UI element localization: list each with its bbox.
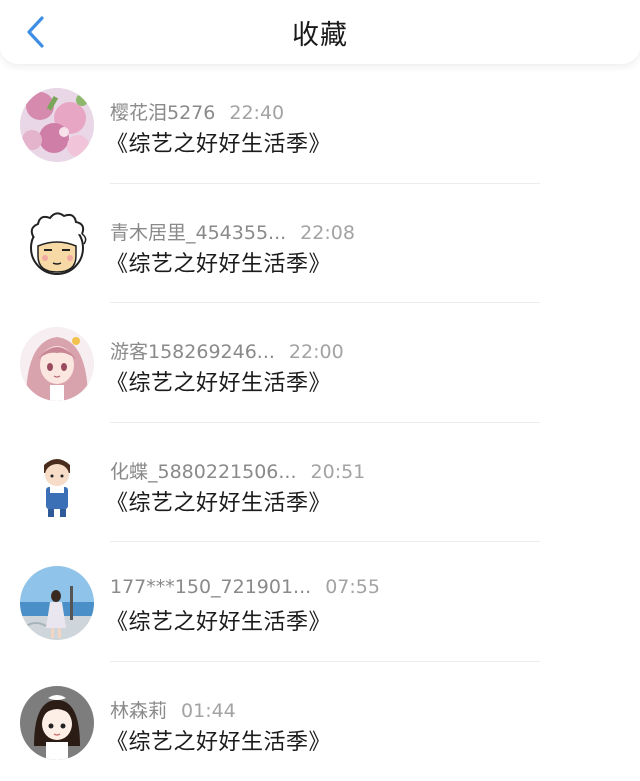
list-item[interactable]: 177***150_721901... 07:55 《综艺之好好生活季》	[0, 542, 640, 662]
item-title[interactable]: 《综艺之好好生活季》	[106, 485, 331, 517]
anime-girl-avatar[interactable]	[20, 327, 94, 401]
cartoon-boy-avatar[interactable]	[20, 447, 94, 521]
timestamp: 22:40	[229, 102, 284, 124]
item-meta: 化蝶_5880221506... 20:51	[110, 457, 365, 484]
timestamp: 22:08	[300, 222, 355, 244]
username: 青木居里_454355...	[110, 222, 286, 244]
item-title[interactable]: 《综艺之好好生活季》	[106, 126, 331, 158]
item-title[interactable]: 《综艺之好好生活季》	[106, 246, 331, 278]
girl-by-sea-avatar[interactable]	[20, 566, 94, 640]
cartoon-sheep-avatar[interactable]	[20, 208, 94, 282]
favorites-list: 樱花泪5276 22:40 《综艺之好好生活季》 青木居里_454355... 22…	[0, 64, 640, 781]
item-title[interactable]: 《综艺之好好生活季》	[106, 604, 331, 636]
timestamp: 07:55	[325, 576, 380, 598]
item-meta: 游客158269246... 22:00	[110, 337, 344, 364]
item-title[interactable]: 《综艺之好好生活季》	[106, 365, 331, 397]
page-title: 收藏	[0, 13, 640, 52]
item-meta: 樱花泪5276 22:40	[110, 98, 284, 125]
list-item[interactable]: 林森莉 01:44 《综艺之好好生活季》	[0, 662, 640, 781]
item-title[interactable]: 《综艺之好好生活季》	[106, 724, 331, 756]
item-meta: 177***150_721901... 07:55	[110, 576, 380, 598]
username: 游客158269246...	[110, 341, 275, 363]
username: 林森莉	[110, 700, 167, 722]
list-item[interactable]: 樱花泪5276 22:40 《综艺之好好生活季》	[0, 64, 640, 184]
list-item[interactable]: 游客158269246... 22:00 《综艺之好好生活季》	[0, 303, 640, 423]
item-meta: 青木居里_454355... 22:08	[110, 218, 355, 245]
cherry-blossom-avatar[interactable]	[20, 88, 94, 162]
timestamp: 22:00	[289, 341, 344, 363]
item-meta: 林森莉 01:44	[110, 696, 236, 723]
username: 177***150_721901...	[110, 576, 311, 598]
nav-header: 收藏	[0, 0, 640, 64]
cartoon-girl-avatar[interactable]	[20, 686, 94, 760]
username: 化蝶_5880221506...	[110, 461, 297, 483]
list-item[interactable]: 青木居里_454355... 22:08 《综艺之好好生活季》	[0, 184, 640, 304]
username: 樱花泪5276	[110, 102, 215, 124]
timestamp: 01:44	[181, 700, 236, 722]
list-item[interactable]: 化蝶_5880221506... 20:51 《综艺之好好生活季》	[0, 423, 640, 543]
timestamp: 20:51	[311, 461, 366, 483]
